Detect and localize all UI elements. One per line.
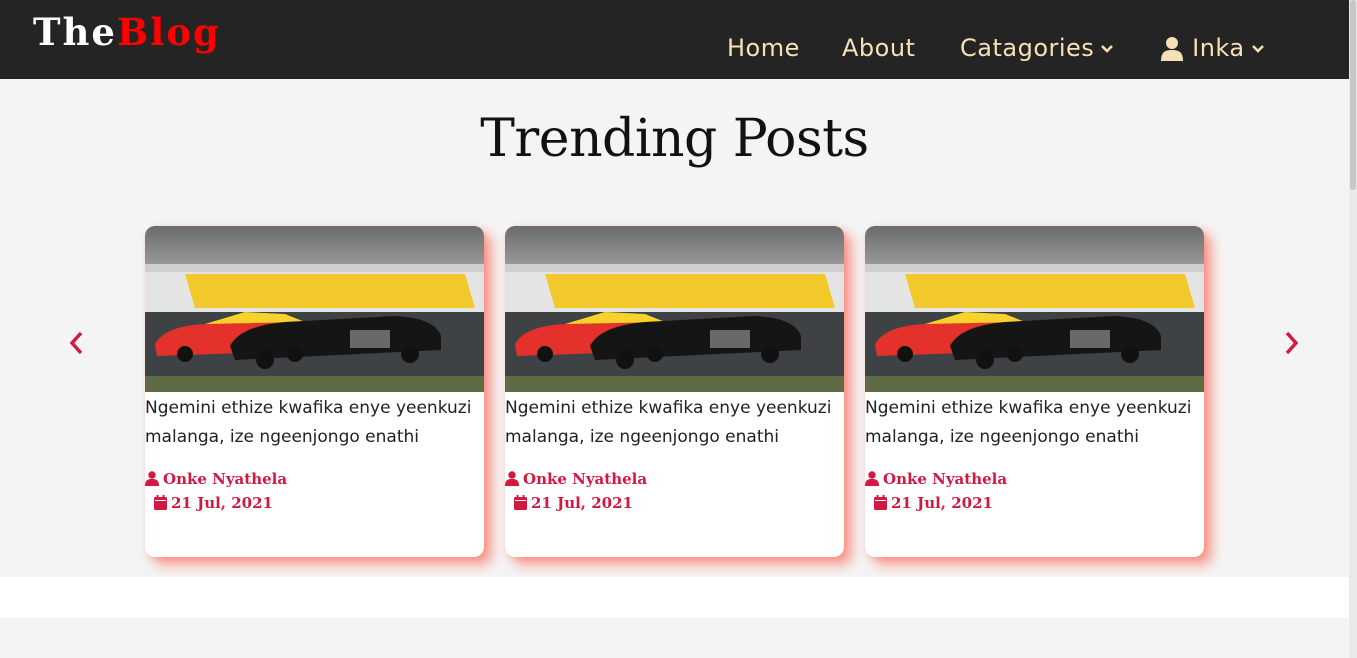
post-date-text: 21 Jul, 2021 xyxy=(891,494,993,512)
site-logo[interactable]: TheBlog xyxy=(33,6,221,58)
nav-categories[interactable]: Catagories xyxy=(960,30,1114,66)
carousel-next-button[interactable] xyxy=(1276,328,1306,358)
nav-about-label: About xyxy=(842,34,916,62)
nav-categories-label: Catagories xyxy=(960,34,1095,62)
chevron-down-icon xyxy=(1251,30,1265,66)
post-image xyxy=(505,226,844,392)
carousel-prev-button[interactable] xyxy=(62,328,92,358)
post-title[interactable]: Ngemini ethize kwafika enye yeenkuzi mal… xyxy=(865,394,1204,452)
page-scrollbar[interactable] xyxy=(1349,0,1357,658)
nav-user-menu[interactable]: Inka xyxy=(1160,30,1265,66)
post-card[interactable]: Ngemini ethize kwafika enye yeenkuzi mal… xyxy=(505,226,844,557)
post-date-text: 21 Jul, 2021 xyxy=(531,494,633,512)
navbar: TheBlog Home About Catagories Inka xyxy=(0,0,1349,79)
post-author: Onke Nyathela xyxy=(145,470,287,488)
chevron-down-icon xyxy=(1100,30,1114,66)
user-icon xyxy=(505,471,519,486)
post-date-text: 21 Jul, 2021 xyxy=(171,494,273,512)
user-icon xyxy=(865,471,879,486)
post-image xyxy=(865,226,1204,392)
post-author-name: Onke Nyathela xyxy=(523,470,648,488)
calendar-icon xyxy=(874,495,887,510)
post-image xyxy=(145,226,484,392)
calendar-icon xyxy=(154,495,167,510)
post-author-name: Onke Nyathela xyxy=(883,470,1008,488)
post-author: Onke Nyathela xyxy=(865,470,1007,488)
post-title[interactable]: Ngemini ethize kwafika enye yeenkuzi mal… xyxy=(505,394,844,452)
post-date: 21 Jul, 2021 xyxy=(154,494,273,512)
calendar-icon xyxy=(514,495,527,510)
content-divider xyxy=(0,577,1349,618)
user-icon xyxy=(1160,34,1184,62)
post-date: 21 Jul, 2021 xyxy=(514,494,633,512)
nav-user-label: Inka xyxy=(1192,34,1245,62)
logo-the: The xyxy=(33,10,117,54)
scrollbar-thumb[interactable] xyxy=(1350,0,1356,190)
post-title[interactable]: Ngemini ethize kwafika enye yeenkuzi mal… xyxy=(145,394,484,452)
section-title: Trending Posts xyxy=(480,109,869,169)
post-date: 21 Jul, 2021 xyxy=(874,494,993,512)
user-icon xyxy=(145,471,159,486)
post-card[interactable]: Ngemini ethize kwafika enye yeenkuzi mal… xyxy=(865,226,1204,557)
post-author-name: Onke Nyathela xyxy=(163,470,288,488)
logo-blog: Blog xyxy=(116,10,221,54)
post-card[interactable]: Ngemini ethize kwafika enye yeenkuzi mal… xyxy=(145,226,484,557)
post-author: Onke Nyathela xyxy=(505,470,647,488)
chevron-right-icon xyxy=(1285,331,1299,355)
chevron-left-icon xyxy=(69,331,83,355)
nav-home-label: Home xyxy=(727,34,800,62)
nav-home[interactable]: Home xyxy=(727,30,800,66)
nav-about[interactable]: About xyxy=(842,30,915,66)
